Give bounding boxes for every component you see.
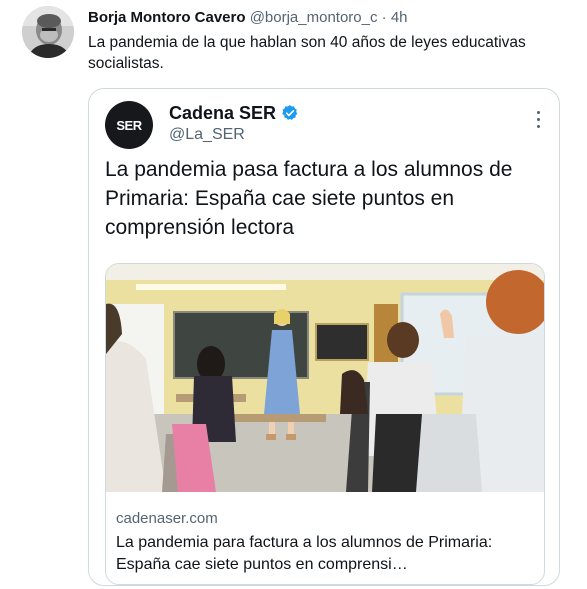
tweet-text: La pandemia de la que hablan son 40 años… — [88, 34, 526, 72]
tweet-header: Borja Montoro Cavero @borja_montoro_c · … — [88, 8, 408, 28]
classroom-photo — [106, 264, 544, 492]
author-handle[interactable]: @borja_montoro_c — [250, 9, 378, 26]
verified-badge-icon — [282, 105, 298, 120]
quoted-author-name[interactable]: Cadena SER — [169, 102, 276, 124]
link-card-title[interactable]: La pandemia para factura a los alumnos d… — [116, 532, 536, 576]
more-options-icon[interactable] — [537, 111, 541, 129]
separator-dot: · — [381, 9, 387, 26]
author-name[interactable]: Borja Montoro Cavero — [88, 9, 246, 26]
cadena-ser-logo: SER — [116, 117, 142, 133]
author-avatar-photo — [22, 6, 74, 58]
quoted-tweet-text: La pandemia pasa factura a los alumnos d… — [105, 158, 513, 239]
tweet[interactable]: Borja Montoro Cavero @borja_montoro_c · … — [0, 0, 587, 589]
quoted-name-row: Cadena SER — [169, 102, 299, 124]
link-card[interactable]: cadenaser.com La pandemia para factura a… — [105, 263, 545, 585]
link-card-domain[interactable]: cadenaser.com — [116, 509, 218, 529]
author-avatar[interactable] — [22, 6, 74, 58]
tweet-timestamp[interactable]: 4h — [391, 9, 408, 26]
quoted-avatar[interactable]: SER — [105, 101, 153, 149]
quoted-author-handle[interactable]: @La_SER — [169, 125, 245, 145]
quoted-tweet[interactable]: SER Cadena SER @La_SER La pandemia pasa … — [88, 88, 560, 586]
